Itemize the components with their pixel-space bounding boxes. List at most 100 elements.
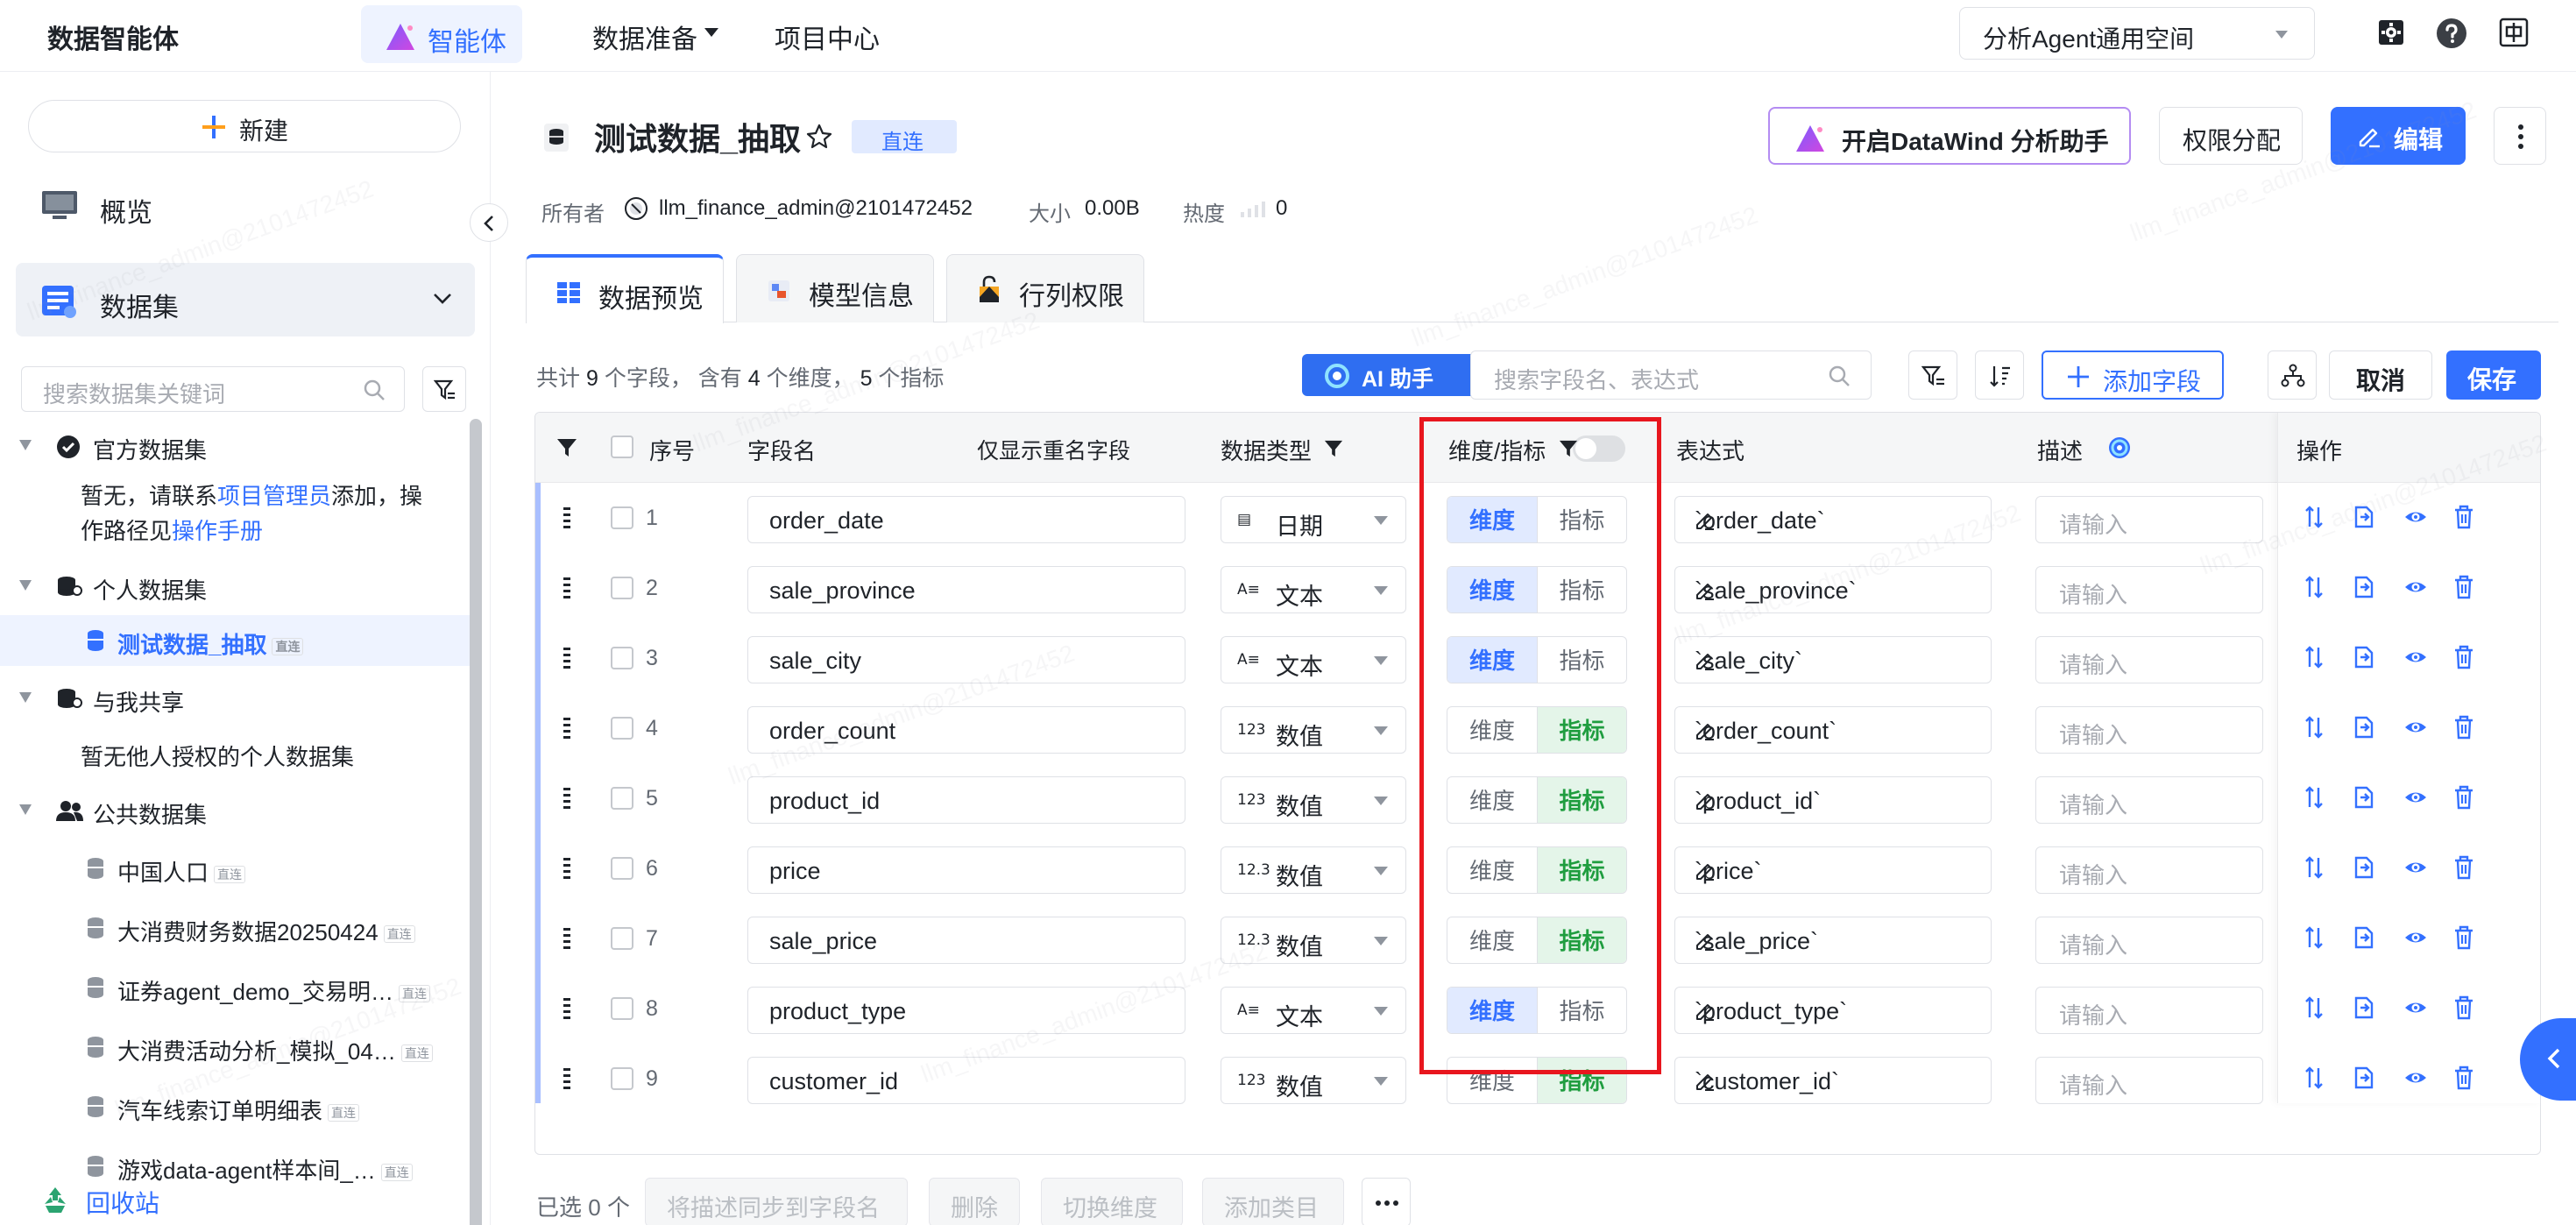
drag-handle-icon[interactable] xyxy=(562,646,572,670)
drag-handle-icon[interactable] xyxy=(562,786,572,811)
dimension-option[interactable]: 维度 xyxy=(1447,1058,1537,1103)
dimension-option[interactable]: 维度 xyxy=(1447,707,1537,753)
sort-order-icon[interactable] xyxy=(2304,995,2325,1020)
expression-input[interactable]: `sale_city` xyxy=(1674,636,1992,683)
edit-icon[interactable] xyxy=(1695,860,1971,882)
dimension-option[interactable]: 维度 xyxy=(1447,497,1537,542)
expression-input[interactable]: `price` xyxy=(1674,846,1992,894)
metric-option[interactable]: 指标 xyxy=(1537,847,1626,893)
dimension-option[interactable]: 维度 xyxy=(1447,847,1537,893)
trash-icon[interactable] xyxy=(2452,855,2475,880)
tree-item-public-dataset[interactable]: 大消费财务数据20250424 直连 xyxy=(0,906,464,952)
metric-option[interactable]: 指标 xyxy=(1537,988,1626,1033)
data-type-select[interactable]: A≡ 文本 xyxy=(1221,987,1406,1034)
edit-icon[interactable] xyxy=(1695,510,1971,531)
export-icon[interactable] xyxy=(2353,575,2375,599)
drag-handle-icon[interactable] xyxy=(562,856,572,881)
language-icon[interactable] xyxy=(2499,18,2529,47)
nav-agent[interactable]: 智能体 xyxy=(361,5,522,63)
eye-icon[interactable] xyxy=(2403,715,2428,740)
data-type-select[interactable]: ▤ 日期 xyxy=(1221,496,1406,543)
manual-link[interactable]: 操作手册 xyxy=(172,518,263,544)
drag-handle-icon[interactable] xyxy=(562,506,572,530)
save-button[interactable]: 保存 xyxy=(2446,351,2541,400)
trash-icon[interactable] xyxy=(2452,645,2475,669)
metric-option[interactable]: 指标 xyxy=(1537,637,1626,683)
eye-icon[interactable] xyxy=(2403,855,2428,880)
drag-handle-icon[interactable] xyxy=(562,926,572,951)
dup-only-toggle[interactable] xyxy=(1573,435,1625,462)
dimension-option[interactable]: 维度 xyxy=(1447,567,1537,612)
filter-icon[interactable] xyxy=(556,437,577,458)
edit-icon[interactable] xyxy=(1695,650,1971,671)
eye-icon[interactable] xyxy=(2403,1066,2428,1090)
tree-group-public[interactable]: 公共数据集 xyxy=(19,789,457,834)
settings-icon[interactable] xyxy=(2376,18,2406,47)
sort-order-icon[interactable] xyxy=(2304,785,2325,810)
field-name-input[interactable]: product_id xyxy=(747,776,1185,824)
field-name-input[interactable]: sale_city xyxy=(747,636,1185,683)
eye-icon[interactable] xyxy=(2403,505,2428,529)
export-icon[interactable] xyxy=(2353,715,2375,740)
field-name-input[interactable]: order_date xyxy=(747,496,1185,543)
edit-icon[interactable] xyxy=(1695,790,1971,811)
trash-icon[interactable] xyxy=(2452,715,2475,740)
tree-item-public-dataset[interactable]: 大消费活动分析_模拟_04… 直连 xyxy=(0,1025,464,1071)
expression-input[interactable]: `product_id` xyxy=(1674,776,1992,824)
data-type-select[interactable]: A≡ 文本 xyxy=(1221,566,1406,613)
eye-icon[interactable] xyxy=(2403,925,2428,950)
description-input[interactable]: 请输入 xyxy=(2035,636,2263,683)
drag-handle-icon[interactable] xyxy=(562,716,572,740)
drag-handle-icon[interactable] xyxy=(562,1066,572,1091)
edit-icon[interactable] xyxy=(1695,1001,1971,1022)
dimension-option[interactable]: 维度 xyxy=(1447,917,1537,963)
tab-row-column-permission[interactable]: 行列权限 xyxy=(946,254,1144,322)
tree-group-shared[interactable]: 与我共享 xyxy=(19,676,457,722)
drag-handle-icon[interactable] xyxy=(562,576,572,600)
sort-order-icon[interactable] xyxy=(2304,575,2325,599)
sort-order-icon[interactable] xyxy=(2304,855,2325,880)
expression-input[interactable]: `order_count` xyxy=(1674,706,1992,754)
recycle-bin-link[interactable]: 回收站 xyxy=(40,1185,159,1217)
lineage-button[interactable] xyxy=(2268,351,2317,400)
dimension-option[interactable]: 维度 xyxy=(1447,637,1537,683)
description-input[interactable]: 请输入 xyxy=(2035,496,2263,543)
edit-icon[interactable] xyxy=(1695,580,1971,601)
eye-icon[interactable] xyxy=(2403,995,2428,1020)
sync-desc-button[interactable]: 将描述同步到字段名 xyxy=(645,1178,908,1225)
data-type-select[interactable]: 123 数值 xyxy=(1221,706,1406,754)
description-input[interactable]: 请输入 xyxy=(2035,566,2263,613)
dataset-search-input[interactable]: 搜索数据集关键词 xyxy=(21,366,405,412)
filter-icon[interactable] xyxy=(1324,439,1343,458)
metric-option[interactable]: 指标 xyxy=(1537,567,1626,612)
nav-data-prep[interactable]: 数据准备 xyxy=(592,18,697,56)
sidebar-scrollbar[interactable] xyxy=(470,419,482,1225)
tree-item-test-dataset[interactable]: 测试数据_抽取 直连 xyxy=(0,619,473,664)
tree-item-public-dataset[interactable]: 汽车线索订单明细表 直连 xyxy=(0,1085,464,1130)
metric-option[interactable]: 指标 xyxy=(1537,917,1626,963)
tree-item-public-dataset[interactable]: 证券agent_demo_交易明… 直连 xyxy=(0,966,464,1011)
row-checkbox[interactable] xyxy=(611,647,633,669)
star-icon[interactable] xyxy=(806,124,832,150)
project-admin-link[interactable]: 项目管理员 xyxy=(217,483,331,509)
sidebar-item-overview[interactable]: 概览 xyxy=(16,168,475,242)
export-icon[interactable] xyxy=(2353,785,2375,810)
description-input[interactable]: 请输入 xyxy=(2035,917,2263,964)
switch-dimension-button[interactable]: 切换维度 xyxy=(1041,1178,1183,1225)
filter-button[interactable] xyxy=(1908,351,1957,400)
export-icon[interactable] xyxy=(2353,855,2375,880)
datawind-assistant-button[interactable]: 开启DataWind 分析助手 xyxy=(1768,107,2131,165)
data-type-select[interactable]: 123 数值 xyxy=(1221,776,1406,824)
field-name-input[interactable]: customer_id xyxy=(747,1057,1185,1104)
data-type-select[interactable]: 12.3 数值 xyxy=(1221,846,1406,894)
filter-icon[interactable] xyxy=(1559,439,1578,458)
export-icon[interactable] xyxy=(2353,925,2375,950)
field-name-input[interactable]: order_count xyxy=(747,706,1185,754)
row-checkbox[interactable] xyxy=(611,927,633,950)
tree-group-official[interactable]: 官方数据集 xyxy=(19,424,457,470)
data-type-select[interactable]: 12.3 数值 xyxy=(1221,917,1406,964)
new-button[interactable]: 新建 xyxy=(28,100,461,152)
trash-icon[interactable] xyxy=(2452,785,2475,810)
edit-icon[interactable] xyxy=(1695,720,1971,741)
trash-icon[interactable] xyxy=(2452,505,2475,529)
